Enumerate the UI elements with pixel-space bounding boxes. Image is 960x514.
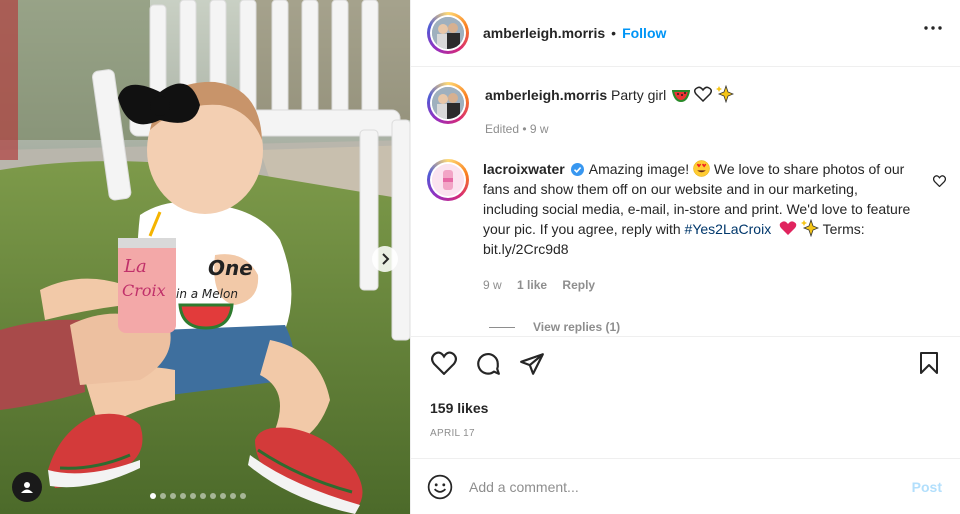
hashtag-link[interactable]: #Yes2LaCroix xyxy=(685,221,772,237)
carousel-dot xyxy=(160,493,166,499)
caption-username[interactable]: amberleigh.morris xyxy=(485,87,607,103)
author-username[interactable]: amberleigh.morris xyxy=(483,25,605,41)
share-send-icon[interactable] xyxy=(519,351,545,377)
comment-like-heart-icon[interactable] xyxy=(933,175,946,187)
comment-item: lacroixwater Amazing image! We love to s… xyxy=(427,159,916,295)
save-bookmark-icon[interactable] xyxy=(918,351,940,375)
caption: amberleigh.morris Party girl Edited • 9 … xyxy=(427,82,944,139)
emoji-picker-icon[interactable] xyxy=(427,474,453,500)
svg-text:in a Melon: in a Melon xyxy=(176,287,238,301)
caption-avatar[interactable] xyxy=(427,82,469,124)
photo-scene: La Croix One in a Melon xyxy=(0,0,410,514)
like-count[interactable]: 159 likes xyxy=(430,400,488,416)
view-replies-button[interactable]: View replies (1) xyxy=(489,320,620,334)
carousel-dot xyxy=(240,493,246,499)
carousel-dot xyxy=(150,493,156,499)
svg-text:One: One xyxy=(208,256,253,280)
avatar-photo xyxy=(432,87,464,119)
heart-eyes-emoji-icon xyxy=(693,160,710,177)
user-tag-icon xyxy=(21,482,33,493)
like-heart-icon[interactable] xyxy=(431,351,457,375)
svg-text:Croix: Croix xyxy=(122,281,166,300)
comment-input[interactable] xyxy=(469,478,912,495)
post-comment-button[interactable]: Post xyxy=(912,479,942,495)
view-replies-divider xyxy=(489,326,515,328)
carousel-next-button[interactable] xyxy=(372,246,398,272)
carousel-dot xyxy=(210,493,216,499)
sparkles-emoji-icon xyxy=(715,84,735,104)
comment-like-count[interactable]: 1 like xyxy=(517,278,547,292)
comment-age: 9 w xyxy=(483,278,502,292)
chevron-right-icon xyxy=(382,253,390,265)
commenter-username[interactable]: lacroixwater xyxy=(483,161,565,177)
view-replies-label: View replies (1) xyxy=(533,320,621,334)
post-photo[interactable]: La Croix One in a Melon xyxy=(0,0,410,514)
add-comment-bar: Post xyxy=(411,458,960,514)
carousel-dot xyxy=(200,493,206,499)
white-heart-emoji-icon xyxy=(694,86,713,103)
caption-meta: Edited • 9 w xyxy=(485,122,549,136)
comment-text-1: Amazing image! xyxy=(588,161,694,177)
carousel-dot xyxy=(230,493,236,499)
carousel-dot xyxy=(190,493,196,499)
carousel-indicator xyxy=(150,493,246,499)
carousel-dot xyxy=(170,493,176,499)
lacroix-logo-icon xyxy=(432,164,464,196)
more-options-icon[interactable] xyxy=(924,26,942,30)
red-heart-emoji-icon xyxy=(779,221,797,235)
comments-section[interactable]: amberleigh.morris Party girl Edited • 9 … xyxy=(411,67,960,337)
tagged-users-button[interactable] xyxy=(12,472,42,502)
carousel-dot xyxy=(180,493,186,499)
comment-meta: 9 w 1 like Reply xyxy=(483,275,916,295)
svg-text:La: La xyxy=(123,256,147,277)
carousel-dot xyxy=(220,493,226,499)
post-date: APRIL 17 xyxy=(430,428,475,439)
post-details-panel: amberleigh.morris • Follow amberleigh.mo… xyxy=(410,0,960,514)
comment-bubble-icon[interactable] xyxy=(475,351,501,377)
avatar-photo xyxy=(432,17,464,49)
follow-button[interactable]: Follow xyxy=(622,25,666,41)
caption-text: Party girl xyxy=(611,87,667,103)
watermelon-emoji-icon xyxy=(671,90,691,103)
verified-badge-icon xyxy=(570,163,584,176)
post-header: amberleigh.morris • Follow xyxy=(411,0,960,67)
header-separator: • xyxy=(611,25,617,41)
comment-reply-button[interactable]: Reply xyxy=(562,278,595,292)
commenter-avatar[interactable] xyxy=(427,159,469,201)
post-actions xyxy=(427,351,944,381)
author-avatar[interactable] xyxy=(427,12,469,54)
sparkles-emoji-icon xyxy=(800,218,820,238)
